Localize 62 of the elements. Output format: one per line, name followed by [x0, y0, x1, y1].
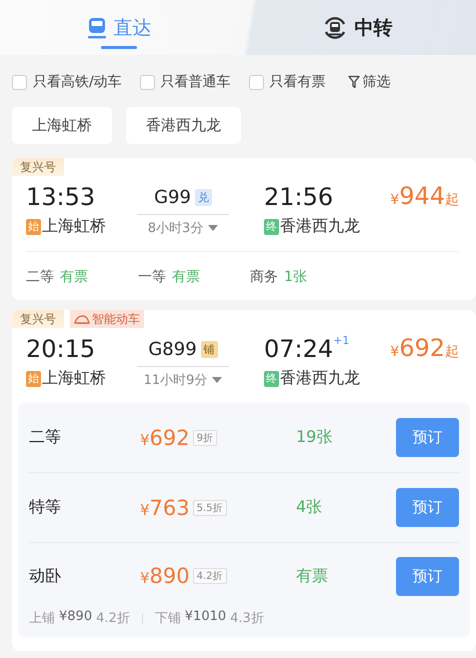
discount-badge: 4.2折	[192, 568, 227, 584]
train-number: G99	[154, 186, 191, 208]
seat-class: 一等	[138, 268, 166, 286]
train-card[interactable]: 复兴号 13:53 始 上海虹桥 G99 兑 8小时3分 21:56 终 香港西九龙 ¥944起 二等 有票 一等 有票 商务 1张	[12, 158, 476, 300]
seat-class: 商务	[250, 268, 278, 286]
duration-toggle[interactable]: 11小时9分	[144, 371, 222, 389]
arrival-station: 香港西九龙	[280, 216, 360, 237]
filter-label[interactable]: 只看高铁/动车	[33, 73, 122, 91]
filter-label[interactable]: 只看普通车	[160, 73, 231, 91]
seat-price: ¥763	[140, 496, 190, 520]
train-tag: 智能动车	[70, 310, 144, 328]
tab[interactable]: 中转	[238, 0, 476, 55]
funnel-icon	[348, 75, 360, 89]
seat-remaining: 有票	[296, 566, 329, 586]
duration-toggle[interactable]: 8小时3分	[148, 219, 218, 237]
departure-station: 上海虹桥	[42, 216, 106, 237]
train-badge: 兑	[194, 188, 212, 206]
berth-label: 下铺	[154, 610, 181, 627]
filter-label[interactable]: 只看有票	[270, 73, 326, 91]
seat-class: 二等	[29, 427, 62, 448]
seat-price: ¥692	[140, 426, 190, 450]
end-mark: 终	[264, 370, 279, 386]
berth-discount: 4.3折	[230, 610, 264, 627]
start-mark: 始	[26, 218, 41, 234]
seat-class: 特等	[29, 497, 62, 518]
berth-discount: 4.2折	[96, 610, 130, 627]
berth-price: ¥890	[59, 609, 92, 626]
station-chip[interactable]: 上海虹桥	[12, 107, 112, 144]
checkbox[interactable]	[140, 74, 155, 90]
caret-icon	[212, 377, 222, 383]
seat-availability: 1张	[284, 268, 307, 286]
seat-class: 二等	[26, 268, 54, 286]
seat-class: 动卧	[29, 566, 62, 586]
train-tag: 复兴号	[12, 310, 64, 328]
arrival-time: 21:56	[264, 182, 334, 213]
caret-icon	[208, 225, 218, 231]
berth-label: 上铺	[29, 610, 55, 627]
departure-time: 20:15	[26, 335, 96, 363]
checkbox[interactable]	[12, 74, 27, 90]
seat-availability: 有票	[60, 268, 88, 286]
train-tag: 复兴号	[12, 158, 64, 176]
start-mark: 始	[26, 370, 41, 386]
seat-availability: 有票	[172, 268, 200, 286]
day-offset: +1	[333, 334, 350, 347]
berth-price: ¥1010	[184, 609, 226, 626]
departure-station: 上海虹桥	[42, 368, 106, 389]
station-chip[interactable]: 香港西九龙	[126, 107, 241, 144]
seat-remaining: 4张	[296, 497, 324, 518]
seat-remaining: 19张	[296, 427, 334, 448]
departure-time: 13:53	[26, 183, 96, 211]
filter-button[interactable]: 筛选	[348, 73, 391, 91]
train-badge: 铺	[200, 340, 218, 358]
train-icon	[86, 16, 106, 38]
end-mark: 终	[264, 218, 279, 234]
discount-badge: 5.5折	[192, 500, 227, 516]
checkbox[interactable]	[248, 74, 264, 90]
train-nose-icon	[74, 314, 90, 324]
arrival-station: 香港西九龙	[280, 368, 360, 389]
seat-price: ¥890	[140, 564, 190, 588]
arrival-time: 07:24	[264, 334, 334, 365]
train-number: G899	[148, 338, 197, 360]
discount-badge: 9折	[192, 430, 218, 446]
